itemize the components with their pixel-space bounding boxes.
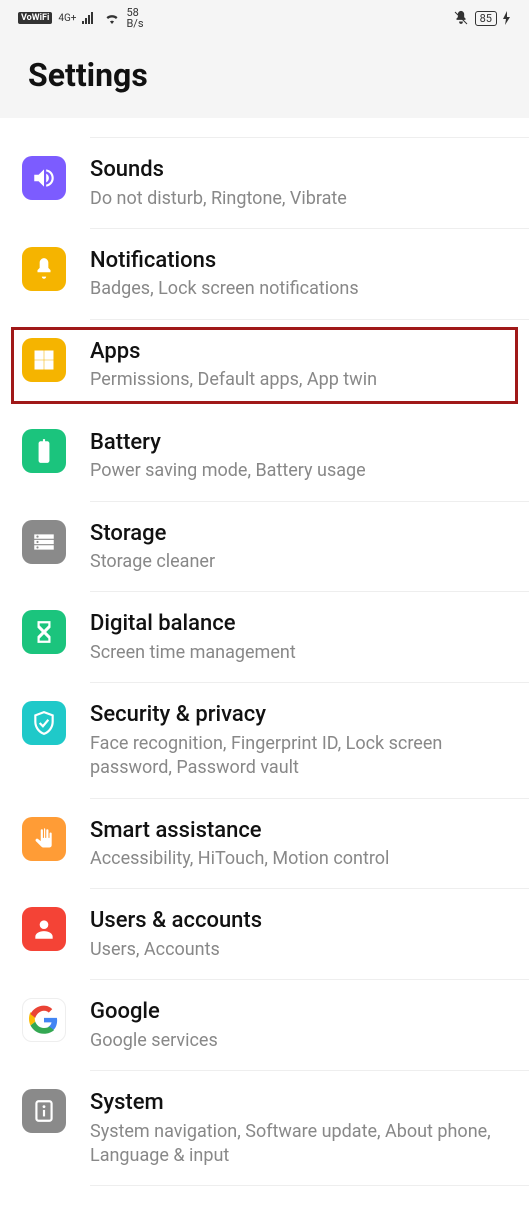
mute-icon xyxy=(453,10,469,26)
wifi-icon xyxy=(104,12,120,24)
row-text: Users & accounts Users, Accounts xyxy=(90,907,507,962)
settings-item-notifications[interactable]: Notifications Badges, Lock screen notifi… xyxy=(0,229,529,320)
row-text: Digital balance Screen time management xyxy=(90,610,507,665)
battery-icon xyxy=(22,429,66,473)
row-text: Battery Power saving mode, Battery usage xyxy=(90,429,507,484)
shield-icon xyxy=(22,701,66,745)
row-text: Google Google services xyxy=(90,998,507,1053)
apps-icon xyxy=(22,338,66,382)
hand-icon xyxy=(22,817,66,861)
data-speed: 58 B/s xyxy=(126,7,143,29)
settings-item-battery[interactable]: Battery Power saving mode, Battery usage xyxy=(0,411,529,502)
status-right: 85 xyxy=(453,10,511,26)
row-text: Notifications Badges, Lock screen notifi… xyxy=(90,247,507,302)
row-text: Sounds Do not disturb, Ringtone, Vibrate xyxy=(90,156,507,211)
user-icon xyxy=(22,907,66,951)
signal-icon xyxy=(82,12,98,24)
settings-item-security[interactable]: Security & privacy Face recognition, Fin… xyxy=(0,683,529,798)
sound-icon xyxy=(22,156,66,200)
storage-icon xyxy=(22,520,66,564)
settings-item-users[interactable]: Users & accounts Users, Accounts xyxy=(0,889,529,980)
header: Settings xyxy=(0,36,529,118)
status-bar: VoWiFi 4G+ 58 B/s 85 xyxy=(0,0,529,36)
settings-item-digital-balance[interactable]: Digital balance Screen time management xyxy=(0,592,529,683)
row-text: Storage Storage cleaner xyxy=(90,520,507,575)
row-text: Apps Permissions, Default apps, App twin xyxy=(90,338,507,393)
battery-level: 85 xyxy=(475,11,497,26)
hourglass-icon xyxy=(22,610,66,654)
vowifi-badge: VoWiFi xyxy=(18,12,52,24)
bell-icon xyxy=(22,247,66,291)
row-text: System System navigation, Software updat… xyxy=(90,1089,507,1168)
charging-icon xyxy=(503,11,511,25)
settings-item-smart-assistance[interactable]: Smart assistance Accessibility, HiTouch,… xyxy=(0,799,529,890)
settings-item-system[interactable]: System System navigation, Software updat… xyxy=(0,1071,529,1186)
row-text: Smart assistance Accessibility, HiTouch,… xyxy=(90,817,507,872)
status-left: VoWiFi 4G+ 58 B/s xyxy=(18,7,144,29)
partial-row xyxy=(90,118,529,138)
info-icon xyxy=(22,1089,66,1133)
settings-item-apps[interactable]: Apps Permissions, Default apps, App twin xyxy=(8,324,521,407)
settings-item-sounds[interactable]: Sounds Do not disturb, Ringtone, Vibrate xyxy=(0,138,529,229)
settings-item-google[interactable]: Google Google services xyxy=(0,980,529,1071)
settings-list[interactable]: Sounds Do not disturb, Ringtone, Vibrate… xyxy=(0,118,529,1186)
settings-item-storage[interactable]: Storage Storage cleaner xyxy=(0,502,529,593)
page-title: Settings xyxy=(28,56,501,94)
row-text: Security & privacy Face recognition, Fin… xyxy=(90,701,507,780)
network-type: 4G+ xyxy=(58,13,76,24)
google-icon xyxy=(22,998,66,1042)
